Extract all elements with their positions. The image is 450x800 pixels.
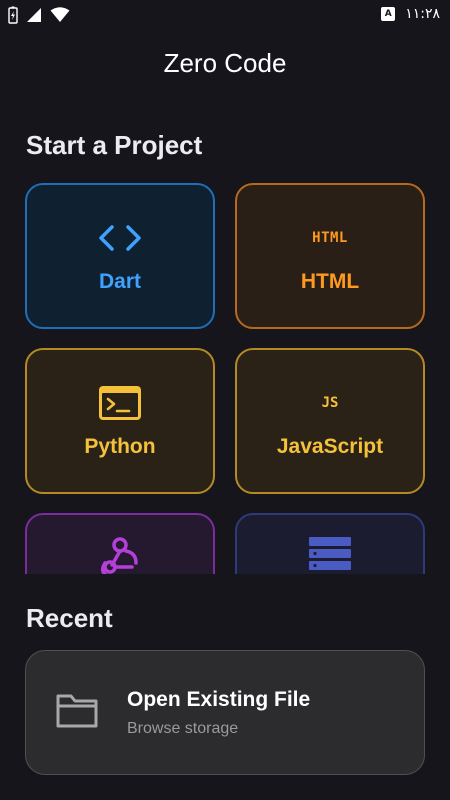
project-card-label: Dart — [98, 270, 141, 293]
wifi-icon — [50, 7, 70, 28]
project-card-storage[interactable] — [235, 513, 425, 574]
project-card-label: HTML — [300, 270, 360, 293]
project-card-dart[interactable]: Dart — [25, 183, 215, 329]
code-brackets-icon — [98, 218, 142, 258]
project-card-label: Python — [84, 435, 156, 458]
project-card-label: JavaScript — [276, 435, 384, 458]
recent-heading: Recent — [26, 603, 113, 633]
terminal-icon — [99, 383, 141, 423]
project-card-python[interactable]: Python — [25, 348, 215, 494]
battery-charging-icon — [8, 6, 18, 29]
storage-icon — [308, 535, 352, 574]
open-existing-file-button[interactable]: Open Existing File Browse storage — [25, 650, 425, 775]
status-icons-right: A ١١:٢٨ — [381, 6, 440, 22]
status-icons-left — [8, 6, 70, 29]
js-icon: JS — [322, 383, 339, 423]
app-title: Zero Code — [163, 48, 287, 78]
status-bar: A ١١:٢٨ — [0, 0, 450, 32]
project-card-webhook[interactable] — [25, 513, 215, 574]
js-icon-text: JS — [321, 395, 339, 411]
start-project-heading: Start a Project — [26, 130, 203, 160]
notification-badge: A — [381, 7, 396, 21]
project-grid[interactable]: Dart HTML HTML Python JS JavaScript — [0, 170, 450, 574]
status-time: ١١:٢٨ — [405, 6, 440, 22]
html-icon-text: HTML — [312, 230, 348, 246]
html-icon: HTML — [312, 218, 348, 258]
webhook-icon — [98, 535, 142, 574]
folder-icon — [55, 693, 99, 734]
open-file-subtitle: Browse storage — [127, 720, 239, 737]
project-card-javascript[interactable]: JS JavaScript — [235, 348, 425, 494]
open-file-title: Open Existing File — [127, 688, 311, 711]
signal-icon — [26, 7, 42, 28]
project-card-html[interactable]: HTML HTML — [235, 183, 425, 329]
